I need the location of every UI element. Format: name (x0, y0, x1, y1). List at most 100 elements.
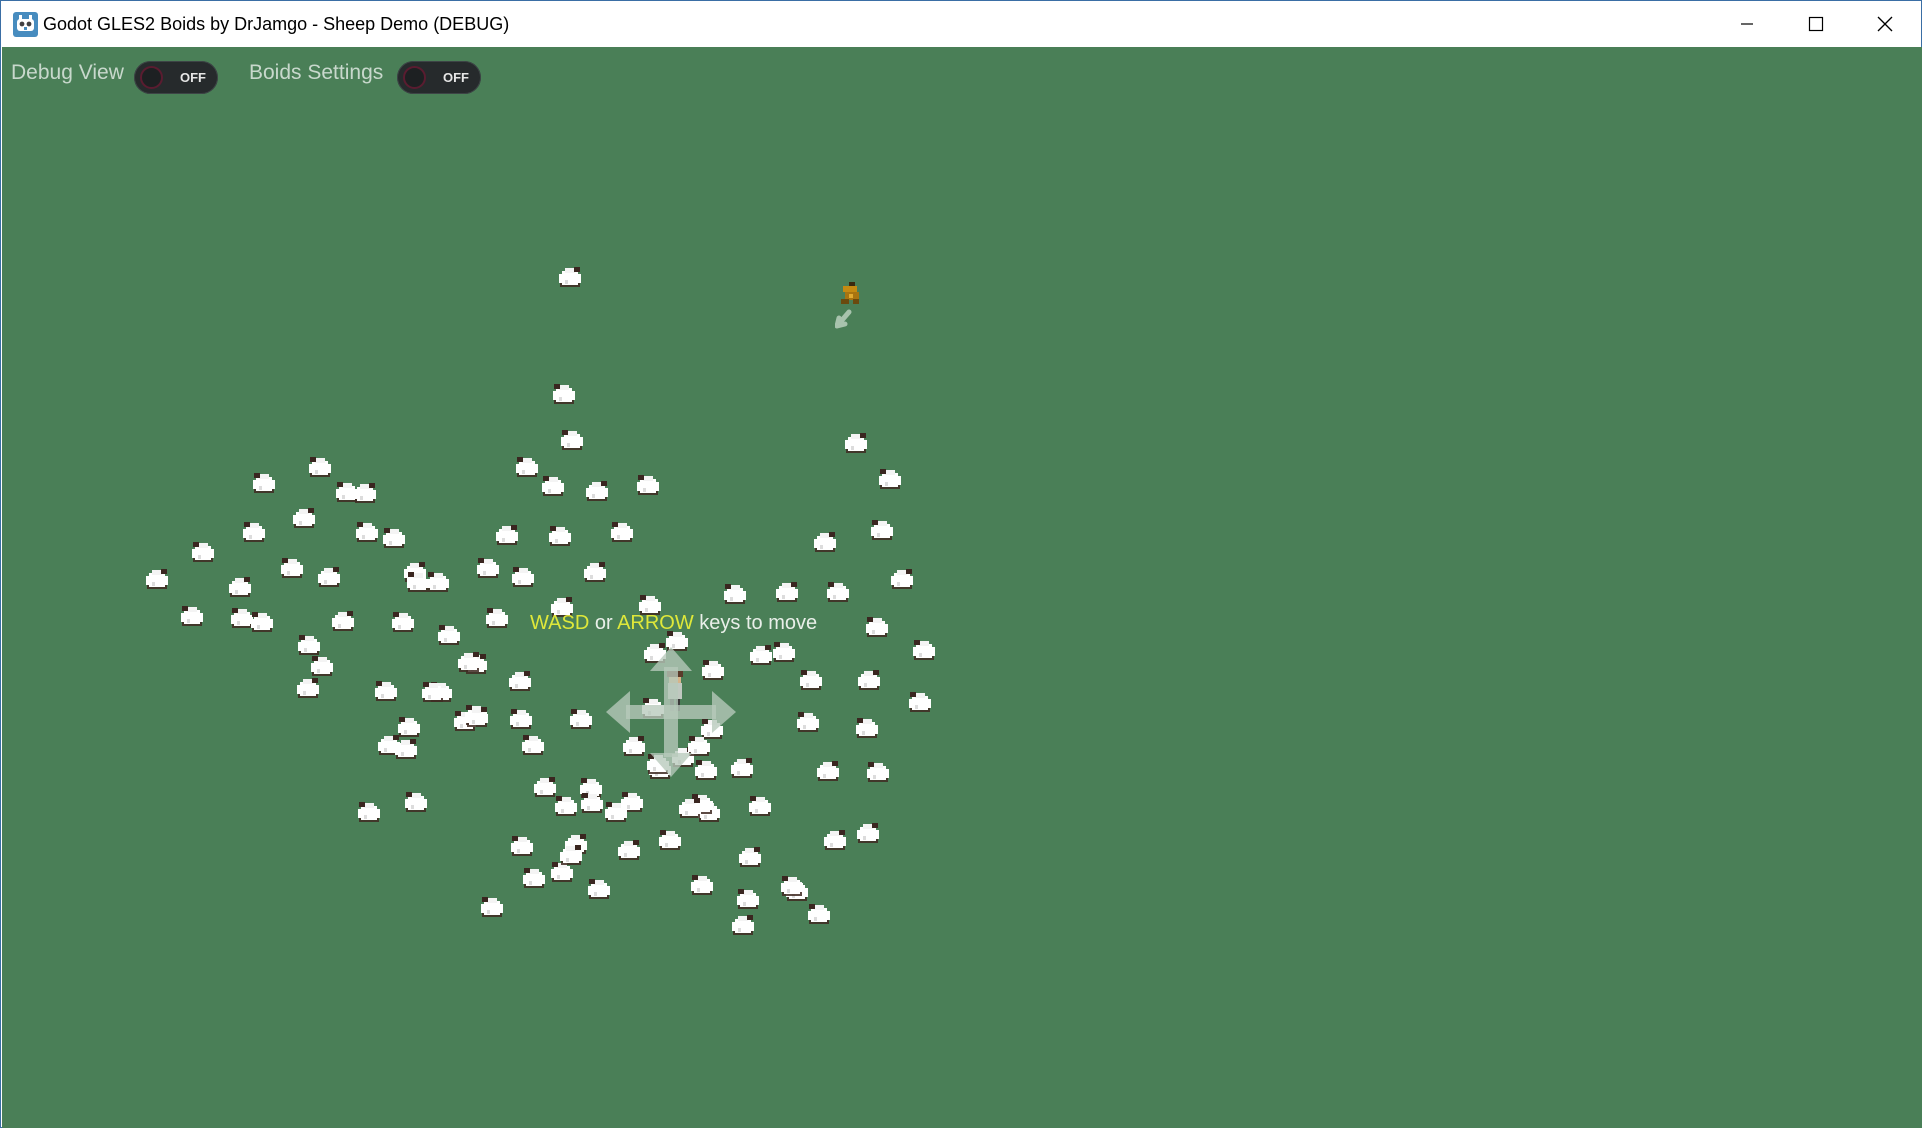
sheep (458, 652, 480, 672)
sheep (509, 671, 531, 691)
sheep (332, 611, 354, 631)
sheep (181, 606, 203, 626)
sheep (879, 469, 901, 489)
minimize-icon (1741, 23, 1753, 25)
sheep (691, 875, 713, 895)
sheep (561, 430, 583, 450)
sheep (559, 267, 581, 287)
sheep (739, 847, 761, 867)
sheep (637, 475, 659, 495)
sheep (909, 692, 931, 712)
sheep (808, 904, 830, 924)
sheepdog (835, 282, 859, 329)
toggle-knob-icon (403, 66, 426, 89)
sheep (407, 572, 429, 592)
hint-rest: keys to move (693, 612, 818, 634)
sheep (253, 473, 275, 493)
sheep (618, 840, 640, 860)
sheep (824, 830, 846, 850)
sheep (522, 735, 544, 755)
sheep (867, 762, 889, 782)
sheep (392, 612, 414, 632)
sheep (845, 433, 867, 453)
sheep (375, 681, 397, 701)
sheep (354, 483, 376, 503)
sheep (588, 879, 610, 899)
sheep (251, 612, 273, 632)
sheep (510, 709, 532, 729)
sheep (511, 836, 533, 856)
sheep (913, 640, 935, 660)
debug-view-toggle[interactable]: OFF (134, 61, 218, 94)
movement-hint: WASD or ARROW keys to move (530, 612, 817, 635)
debug-view-label: Debug View (11, 61, 124, 84)
sheep (817, 761, 839, 781)
debug-view-state: OFF (180, 70, 206, 85)
sheep (781, 876, 803, 896)
sheep (750, 645, 772, 665)
sheep (776, 582, 798, 602)
close-button[interactable] (1851, 1, 1919, 47)
move-arrows-icon (606, 647, 736, 777)
hint-key-wasd: WASD (530, 612, 590, 634)
sheep (318, 567, 340, 587)
sheep (553, 384, 575, 404)
sheep (891, 569, 913, 589)
sheep (356, 522, 378, 542)
sheep (856, 718, 878, 738)
sheep (549, 526, 571, 546)
sheep (297, 678, 319, 698)
sheep (358, 802, 380, 822)
sheep (523, 868, 545, 888)
sheep (858, 670, 880, 690)
sheep (724, 584, 746, 604)
sheep (243, 522, 265, 542)
sheep (281, 558, 303, 578)
sheep (732, 915, 754, 935)
title-bar[interactable]: Godot GLES2 Boids by DrJamgo - Sheep Dem… (1, 1, 1921, 47)
sheep (309, 457, 331, 477)
maximize-icon (1808, 16, 1824, 32)
sheep (466, 707, 488, 727)
close-icon (1877, 16, 1893, 32)
sheep (659, 830, 681, 850)
sheep (512, 567, 534, 587)
minimize-button[interactable] (1713, 1, 1781, 47)
sheep (293, 508, 315, 528)
sheep (481, 897, 503, 917)
sheep (800, 670, 822, 690)
window-title: Godot GLES2 Boids by DrJamgo - Sheep Dem… (43, 14, 510, 34)
sheep (496, 525, 518, 545)
sheep (871, 520, 893, 540)
sheep (570, 709, 592, 729)
sheep (827, 582, 849, 602)
sheep (146, 569, 168, 589)
game-viewport[interactable]: WASD or ARROW keys to move Debug View OF… (2, 47, 1922, 1128)
boids-settings-toggle[interactable]: OFF (397, 61, 481, 94)
sheep-flock (2, 47, 1922, 1128)
sheep (584, 562, 606, 582)
sheep (749, 796, 771, 816)
sheep (560, 845, 582, 865)
sheep (229, 577, 251, 597)
godot-icon (13, 12, 38, 37)
sheep (477, 558, 499, 578)
sheep (555, 796, 577, 816)
hint-or: or (589, 612, 618, 634)
sheep (438, 625, 460, 645)
sheep (395, 739, 417, 759)
sheep (866, 617, 888, 637)
sheep (797, 712, 819, 732)
sheep (405, 792, 427, 812)
sheep (814, 532, 836, 552)
game-window: Godot GLES2 Boids by DrJamgo - Sheep Dem… (0, 0, 1922, 1128)
sheep (192, 542, 214, 562)
toggle-knob-icon (140, 66, 163, 89)
sheep (857, 823, 879, 843)
sheep (679, 798, 701, 818)
boids-settings-label: Boids Settings (249, 61, 384, 84)
boids-settings-state: OFF (443, 70, 469, 85)
maximize-button[interactable] (1782, 1, 1850, 47)
sheep (516, 457, 538, 477)
sheep (737, 889, 759, 909)
